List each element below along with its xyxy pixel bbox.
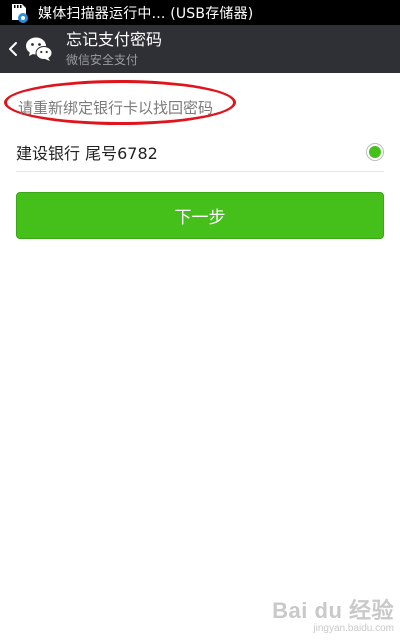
radio-selected-icon[interactable] [366,142,384,161]
chevron-left-icon[interactable] [6,25,20,73]
status-bar: 媒体扫描器运行中... (USB存储器) [0,0,400,25]
baidu-jingyan-watermark: Bai du 经验 jingyan.baidu.com [272,593,394,634]
action-bar: 忘记支付密码 微信安全支付 [0,25,400,73]
status-notification-text: 媒体扫描器运行中... (USB存储器) [38,5,254,22]
radio-dot [369,145,381,158]
sd-card-gear-icon [8,2,30,24]
hint-text: 请重新绑定银行卡以找回密码 [18,99,214,117]
header-titles: 忘记支付密码 微信安全支付 [66,30,162,68]
page-title: 忘记支付密码 [66,30,163,49]
watermark-logo: Bai du 经验 [272,598,394,623]
bank-card-row[interactable]: 建设银行 尾号6782 [16,132,384,172]
bank-card-label: 建设银行 尾号6782 [16,143,158,163]
next-button[interactable]: 下一步 [16,192,384,239]
wechat-logo-icon[interactable] [24,34,54,64]
page-subtitle: 微信安全支付 [66,53,139,67]
